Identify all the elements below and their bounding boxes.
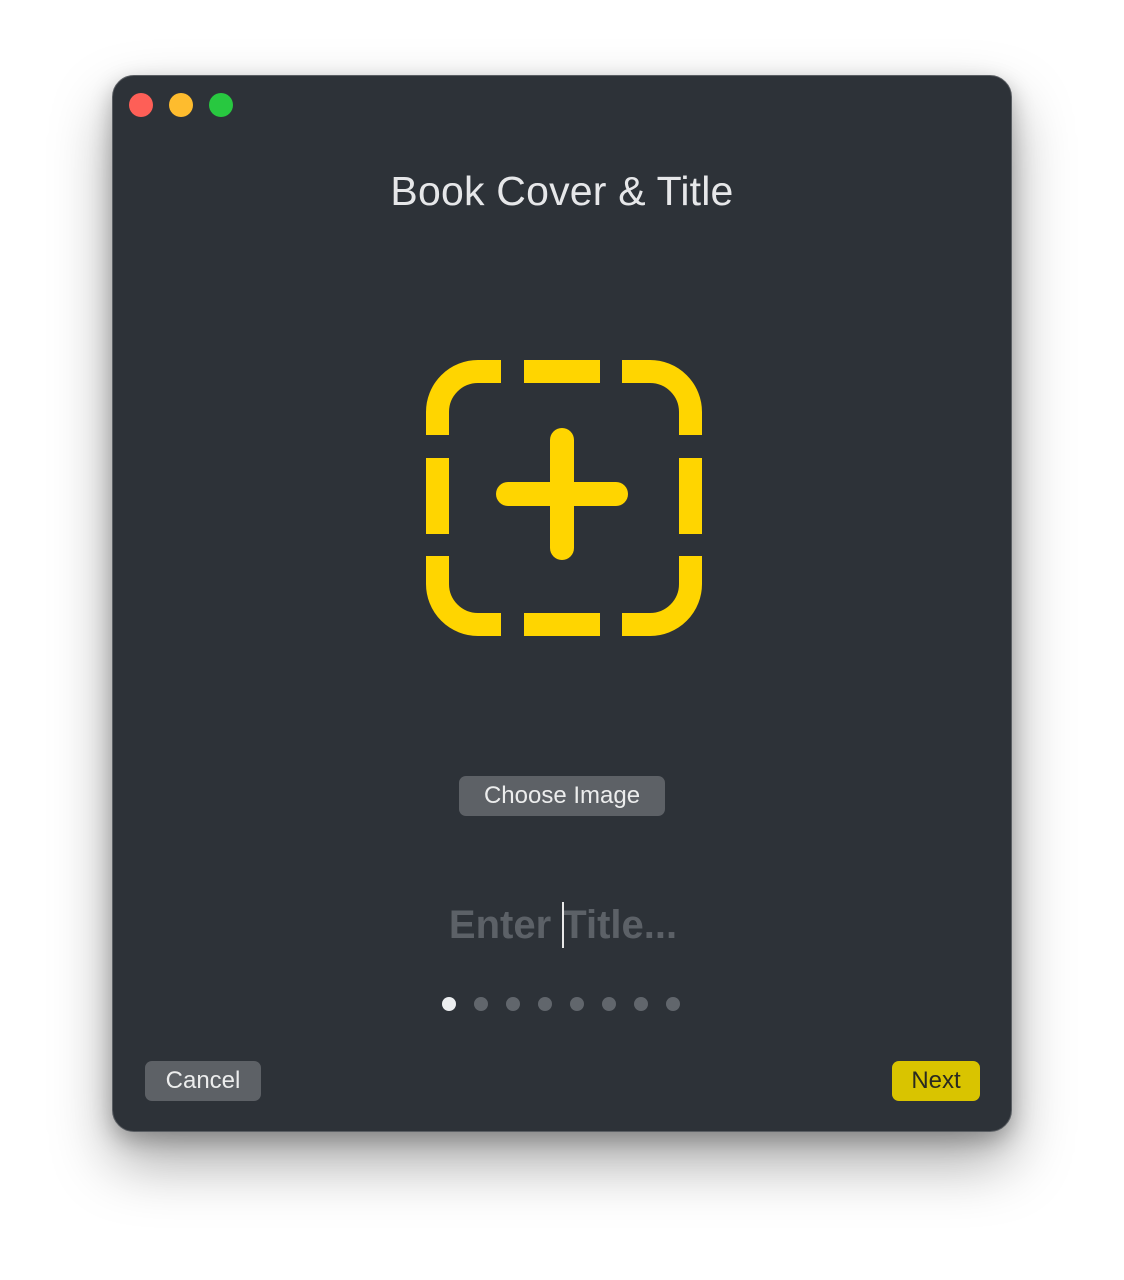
minimize-window-button[interactable]	[169, 93, 193, 117]
close-window-button[interactable]	[129, 93, 153, 117]
zoom-window-button[interactable]	[209, 93, 233, 117]
dashed-square-plus-icon	[426, 360, 702, 636]
page-dot-8[interactable]	[666, 997, 680, 1011]
book-setup-window: Book Cover & Title Choose Image Enter Ti…	[112, 75, 1012, 1132]
page-indicator	[442, 997, 680, 1013]
page-dot-2[interactable]	[474, 997, 488, 1011]
page-dot-6[interactable]	[602, 997, 616, 1011]
next-button[interactable]: Next	[892, 1061, 980, 1101]
cover-drop-zone[interactable]	[426, 360, 702, 636]
page-dot-7[interactable]	[634, 997, 648, 1011]
page-dot-3[interactable]	[506, 997, 520, 1011]
page-dot-5[interactable]	[570, 997, 584, 1011]
text-cursor	[562, 902, 564, 948]
cancel-button[interactable]: Cancel	[145, 1061, 261, 1101]
page-dot-1[interactable]	[442, 997, 456, 1011]
page-dot-4[interactable]	[538, 997, 552, 1011]
page-title: Book Cover & Title	[390, 168, 734, 214]
choose-image-button[interactable]: Choose Image	[459, 776, 665, 816]
